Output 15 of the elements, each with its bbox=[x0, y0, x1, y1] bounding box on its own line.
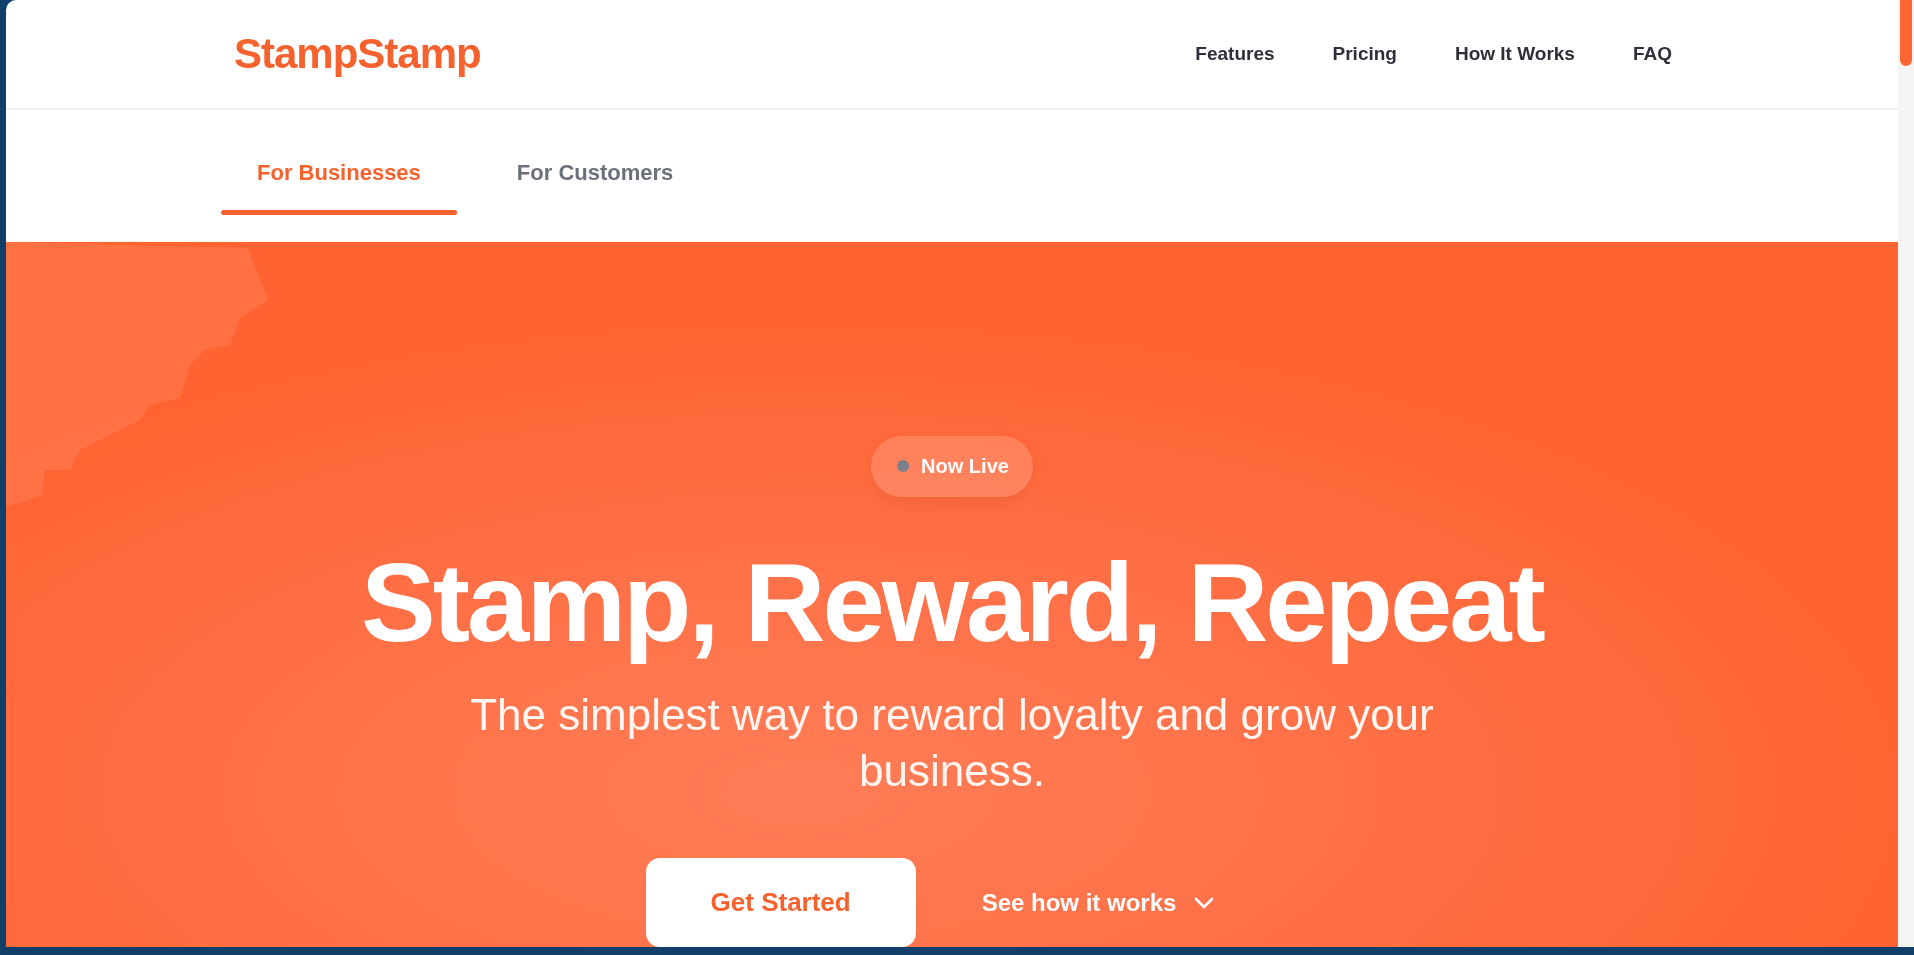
hero-headline: Stamp, Reward, Repeat bbox=[361, 540, 1543, 664]
nav-link[interactable]: Pricing bbox=[1332, 42, 1397, 65]
audience-tab[interactable]: For Businesses bbox=[221, 137, 457, 215]
scrollbar-thumb[interactable] bbox=[1900, 0, 1912, 66]
audience-tab[interactable]: For Customers bbox=[480, 137, 710, 215]
nav-link[interactable]: How It Works bbox=[1454, 42, 1575, 65]
see-how-it-works-link[interactable]: See how it works bbox=[957, 880, 1239, 925]
nav-link[interactable]: FAQ bbox=[1632, 42, 1672, 65]
hero-subtitle: The simplest way to reward loyalty and grow your business. bbox=[469, 689, 1435, 797]
chevron-down-icon bbox=[1194, 896, 1215, 909]
logo[interactable]: StampStamp bbox=[234, 29, 481, 78]
get-started-button[interactable]: Get Started bbox=[645, 858, 916, 947]
nav-link[interactable]: Features bbox=[1195, 42, 1275, 65]
status-dot-icon bbox=[897, 460, 910, 473]
badge-label: Now Live bbox=[921, 454, 1009, 478]
